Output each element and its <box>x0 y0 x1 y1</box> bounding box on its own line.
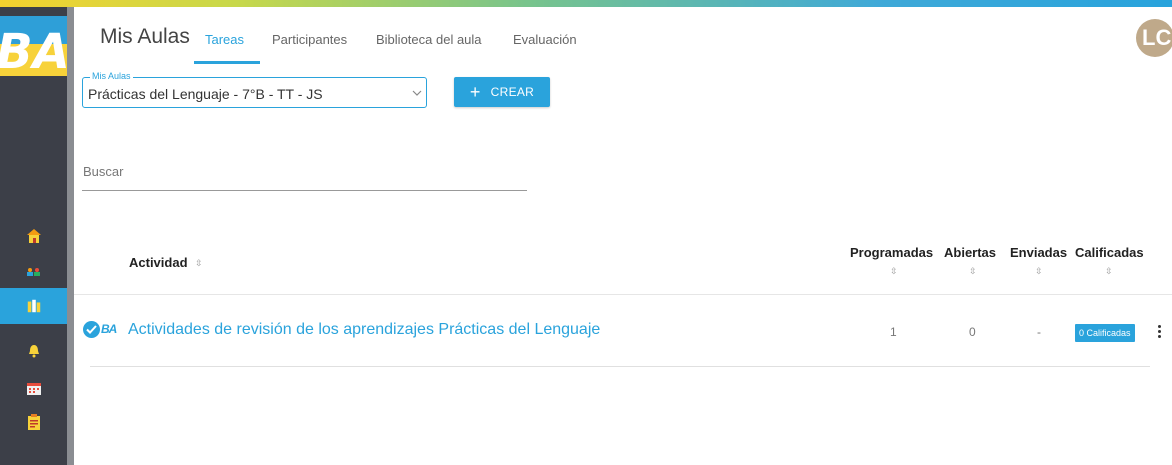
more-options-icon[interactable] <box>1158 325 1162 338</box>
active-tab-indicator <box>194 61 260 64</box>
tab-evaluacion[interactable]: Evaluación <box>513 32 577 47</box>
column-header-programadas[interactable]: Programadas <box>850 245 933 260</box>
cell-enviadas: - <box>1037 325 1041 339</box>
school-icon <box>26 228 42 244</box>
column-header-actividad[interactable]: Actividad <box>129 255 188 270</box>
clipboard-icon <box>26 414 42 430</box>
sidebar-item-calendar[interactable] <box>0 371 67 405</box>
sidebar-item-notifications[interactable] <box>0 334 67 368</box>
sort-icon[interactable]: ⇳ <box>969 266 977 277</box>
tab-tareas[interactable]: Tareas <box>205 32 244 47</box>
classroom-icon <box>26 298 42 314</box>
search-underline <box>82 190 527 191</box>
sort-icon[interactable]: ⇳ <box>1035 266 1043 277</box>
column-header-abiertas[interactable]: Abiertas <box>944 245 996 260</box>
main-content: Mis Aulas Tareas Participantes Bibliotec… <box>74 7 1172 465</box>
sidebar-item-students[interactable] <box>0 253 67 287</box>
students-icon <box>26 262 42 278</box>
sort-icon[interactable]: ⇳ <box>890 266 898 277</box>
classroom-select-value[interactable]: Prácticas del Lenguaje - 7°B - TT - JS <box>88 86 323 102</box>
column-header-calificadas[interactable]: Calificadas <box>1075 245 1144 260</box>
sidebar-item-classroom[interactable] <box>0 288 67 324</box>
sidebar-item-school[interactable] <box>0 219 67 253</box>
create-button-label: CREAR <box>490 85 535 99</box>
ba-logo-mark: BA <box>0 15 67 76</box>
create-button[interactable]: + CREAR <box>454 77 550 107</box>
cell-programadas: 1 <box>890 325 897 339</box>
plus-icon: + <box>469 82 481 102</box>
search-input[interactable]: Buscar <box>83 164 123 179</box>
ba-logo-text: BA <box>0 24 67 76</box>
ba-logo[interactable]: BA <box>0 13 67 78</box>
bell-icon <box>26 343 42 359</box>
sort-icon[interactable]: ⇳ <box>195 258 203 269</box>
header-divider <box>74 294 1172 295</box>
sort-icon[interactable]: ⇳ <box>1105 266 1113 277</box>
tab-participantes[interactable]: Participantes <box>272 32 347 47</box>
classroom-select-label: Mis Aulas <box>90 71 133 81</box>
ba-badge: BA <box>101 322 117 336</box>
chevron-down-icon[interactable] <box>412 84 422 102</box>
cell-abiertas: 0 <box>969 325 976 339</box>
calendar-icon <box>26 380 42 396</box>
row-divider <box>90 366 1150 367</box>
activity-link[interactable]: Actividades de revisión de los aprendiza… <box>128 321 600 339</box>
column-header-enviadas[interactable]: Enviadas <box>1010 245 1067 260</box>
tab-biblioteca[interactable]: Biblioteca del aula <box>376 32 482 47</box>
avatar[interactable]: LC <box>1136 19 1172 57</box>
top-gradient-bar <box>0 0 1172 7</box>
sidebar-edge <box>67 7 74 465</box>
calificadas-badge[interactable]: 0 Calificadas <box>1075 324 1135 342</box>
sidebar-item-reports[interactable] <box>0 405 67 439</box>
check-circle-icon <box>83 321 100 338</box>
page-title: Mis Aulas <box>100 25 190 48</box>
